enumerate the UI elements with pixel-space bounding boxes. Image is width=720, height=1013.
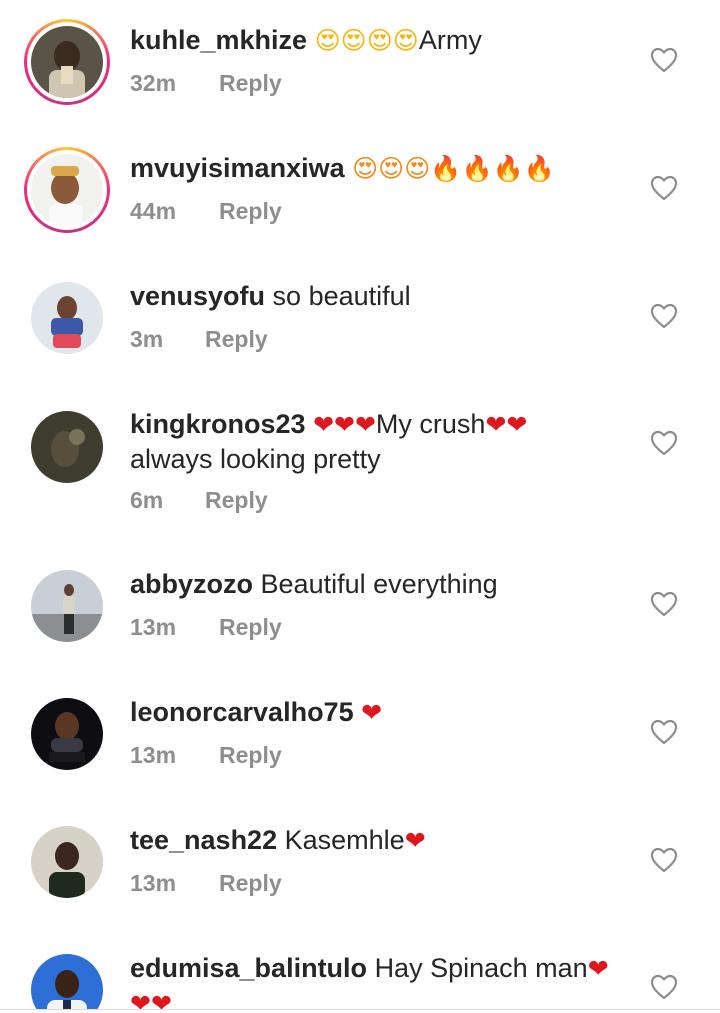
comment-time: 13m	[130, 870, 177, 896]
story-ring	[24, 147, 110, 233]
comment-item: leonorcarvalho75 ❤ 13m Reply	[0, 672, 720, 800]
reply-button[interactable]: Reply	[219, 870, 282, 897]
avatar-image	[31, 698, 103, 770]
like-button[interactable]	[650, 847, 678, 873]
avatar-image	[31, 954, 103, 1009]
comment-body: mvuyisimanxiwa 😍😍😍🔥🔥🔥🔥	[130, 151, 620, 186]
avatar[interactable]	[24, 819, 110, 905]
comments-list: kuhle_mkhize 😍😍😍😍Army 32m Reply mvuyisim…	[0, 0, 720, 1013]
avatar-image	[31, 282, 103, 354]
like-button[interactable]	[650, 591, 678, 617]
comment-time: 32m	[130, 70, 177, 96]
story-ring	[24, 19, 110, 105]
like-button[interactable]	[650, 974, 678, 1000]
comment-username[interactable]: kingkronos23	[130, 409, 306, 439]
comment-text: Hay Spinach man	[374, 953, 588, 983]
comment-body: abbyzozo Beautiful everything	[130, 567, 620, 601]
avatar[interactable]	[24, 147, 110, 233]
avatar-image	[31, 26, 103, 98]
avatar-image	[31, 826, 103, 898]
comment-emoji: ❤❤	[485, 410, 528, 439]
comment-body: kuhle_mkhize 😍😍😍😍Army	[130, 23, 620, 58]
avatar[interactable]	[24, 404, 110, 490]
heart-outline-icon	[650, 175, 678, 201]
comment-emoji: 😍😍😍🔥🔥🔥🔥	[352, 154, 555, 183]
comment-text: so beautiful	[272, 281, 411, 311]
comment-text: Army	[418, 25, 482, 55]
avatar[interactable]	[24, 691, 110, 777]
comment-body: kingkronos23 ❤❤❤My crush❤❤ always lookin…	[130, 407, 620, 476]
comment-text: My crush	[375, 409, 486, 439]
comment-body: edumisa_balintulo Hay Spinach man❤ ❤❤	[130, 951, 620, 1009]
comment-username[interactable]: venusyofu	[130, 281, 265, 311]
reply-button[interactable]: Reply	[219, 614, 282, 641]
avatar-image	[31, 570, 103, 642]
comment-item: mvuyisimanxiwa 😍😍😍🔥🔥🔥🔥 44m Reply	[0, 128, 720, 256]
heart-outline-icon	[650, 47, 678, 73]
heart-outline-icon	[650, 974, 678, 1000]
reply-button[interactable]: Reply	[219, 70, 282, 97]
comment-emoji-line2: ❤❤	[130, 989, 172, 1009]
comment-emoji: ❤	[404, 826, 426, 855]
reply-button[interactable]: Reply	[219, 742, 282, 769]
comment-emoji: ❤❤❤	[313, 410, 376, 439]
heart-outline-icon	[650, 430, 678, 456]
avatar-image	[31, 411, 103, 483]
comment-username[interactable]: edumisa_balintulo	[130, 953, 367, 983]
comment-time: 3m	[130, 326, 164, 352]
comment-time: 13m	[130, 742, 177, 768]
comment-time: 13m	[130, 614, 177, 640]
divider	[0, 1009, 720, 1010]
comment-username[interactable]: abbyzozo	[130, 569, 253, 599]
comment-emoji: ❤	[361, 698, 383, 727]
comment-emoji: 😍😍😍😍	[314, 26, 419, 55]
heart-outline-icon	[650, 303, 678, 329]
reply-button[interactable]: Reply	[205, 326, 268, 353]
comment-meta: 6m Reply	[130, 487, 268, 514]
comment-item: abbyzozo Beautiful everything 13m Reply	[0, 544, 720, 672]
comment-meta: 3m Reply	[130, 326, 268, 353]
comment-time: 6m	[130, 487, 164, 513]
comment-meta: 32m Reply	[130, 70, 282, 97]
heart-outline-icon	[650, 847, 678, 873]
reply-button[interactable]: Reply	[205, 487, 268, 514]
comment-emoji: ❤	[587, 954, 609, 983]
avatar[interactable]	[24, 275, 110, 361]
comment-username[interactable]: kuhle_mkhize	[130, 25, 307, 55]
comment-body: venusyofu so beautiful	[130, 279, 620, 313]
comment-item: kingkronos23 ❤❤❤My crush❤❤ always lookin…	[0, 384, 720, 544]
reply-button[interactable]: Reply	[219, 198, 282, 225]
comment-meta: 13m Reply	[130, 614, 282, 641]
comment-item: kuhle_mkhize 😍😍😍😍Army 32m Reply	[0, 0, 720, 128]
comment-meta: 13m Reply	[130, 870, 282, 897]
heart-outline-icon	[650, 719, 678, 745]
comment-item: edumisa_balintulo Hay Spinach man❤ ❤❤	[0, 928, 720, 1009]
like-button[interactable]	[650, 303, 678, 329]
comment-body: leonorcarvalho75 ❤	[130, 695, 620, 730]
comment-text: Kasemhle	[284, 825, 405, 855]
avatar[interactable]	[24, 19, 110, 105]
like-button[interactable]	[650, 430, 678, 456]
comment-body: tee_nash22 Kasemhle❤	[130, 823, 620, 858]
comment-text-line2: always looking pretty	[130, 444, 381, 474]
avatar-image	[31, 154, 103, 226]
comment-item: venusyofu so beautiful 3m Reply	[0, 256, 720, 384]
avatar[interactable]	[24, 563, 110, 649]
comment-item: tee_nash22 Kasemhle❤ 13m Reply	[0, 800, 720, 928]
comment-time: 44m	[130, 198, 177, 224]
comment-text: Beautiful everything	[260, 569, 498, 599]
like-button[interactable]	[650, 719, 678, 745]
comment-meta: 13m Reply	[130, 742, 282, 769]
heart-outline-icon	[650, 591, 678, 617]
comment-username[interactable]: leonorcarvalho75	[130, 697, 354, 727]
comment-meta: 44m Reply	[130, 198, 282, 225]
like-button[interactable]	[650, 47, 678, 73]
comment-username[interactable]: mvuyisimanxiwa	[130, 153, 345, 183]
avatar[interactable]	[24, 947, 110, 1009]
comment-username[interactable]: tee_nash22	[130, 825, 277, 855]
like-button[interactable]	[650, 175, 678, 201]
